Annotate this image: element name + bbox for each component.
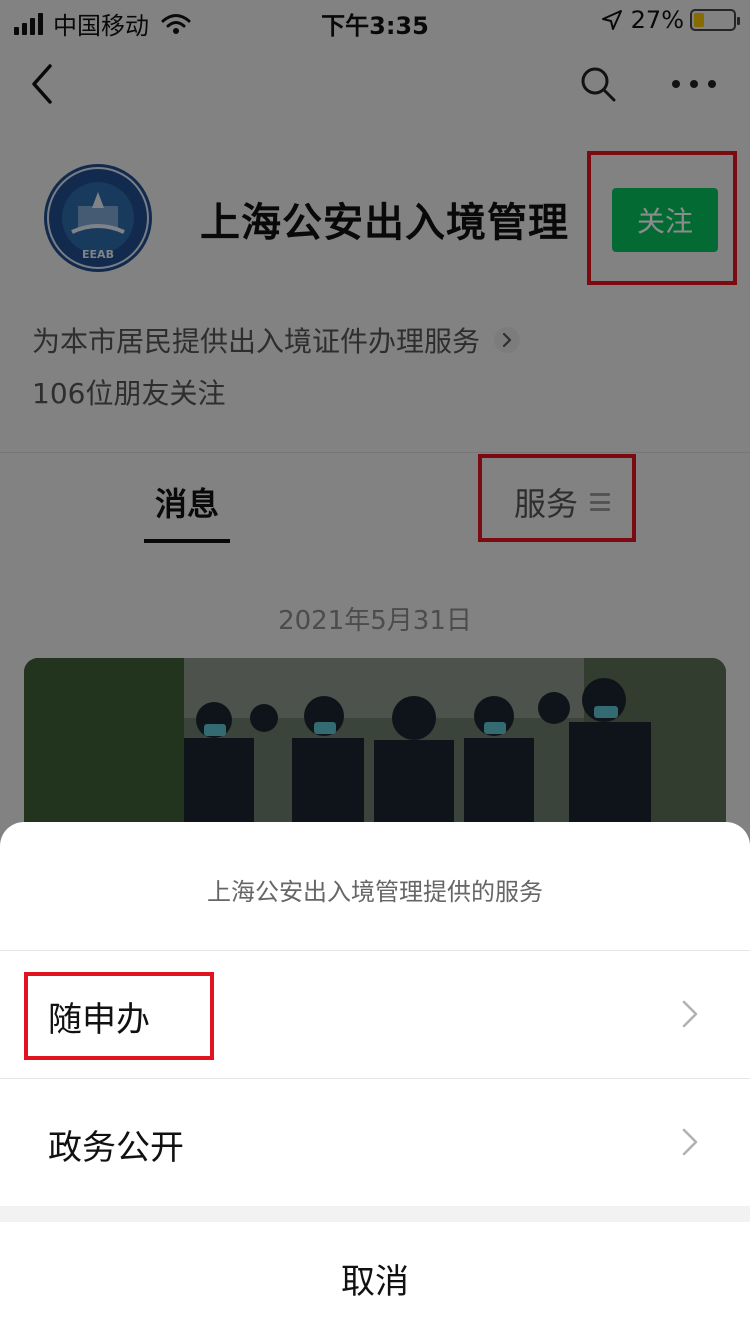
service-item-label: 政务公开 xyxy=(48,1128,184,1168)
service-item-government-affairs[interactable]: 政务公开 xyxy=(0,1078,750,1206)
sheet-title: 上海公安出入境管理提供的服务 xyxy=(207,878,543,906)
services-action-sheet: 上海公安出入境管理提供的服务 随申办 政务公开 取消 xyxy=(0,822,750,1334)
cancel-button[interactable]: 取消 xyxy=(0,1254,750,1303)
account-page: 中国移动 下午3:35 27% EEAB 上海公安出入境管理 关注 为本市居民提… xyxy=(0,0,750,1334)
sheet-gap xyxy=(0,1206,750,1222)
chevron-right-icon xyxy=(682,1128,698,1156)
chevron-right-icon xyxy=(682,1000,698,1028)
suishenban-highlight-box xyxy=(24,972,214,1060)
